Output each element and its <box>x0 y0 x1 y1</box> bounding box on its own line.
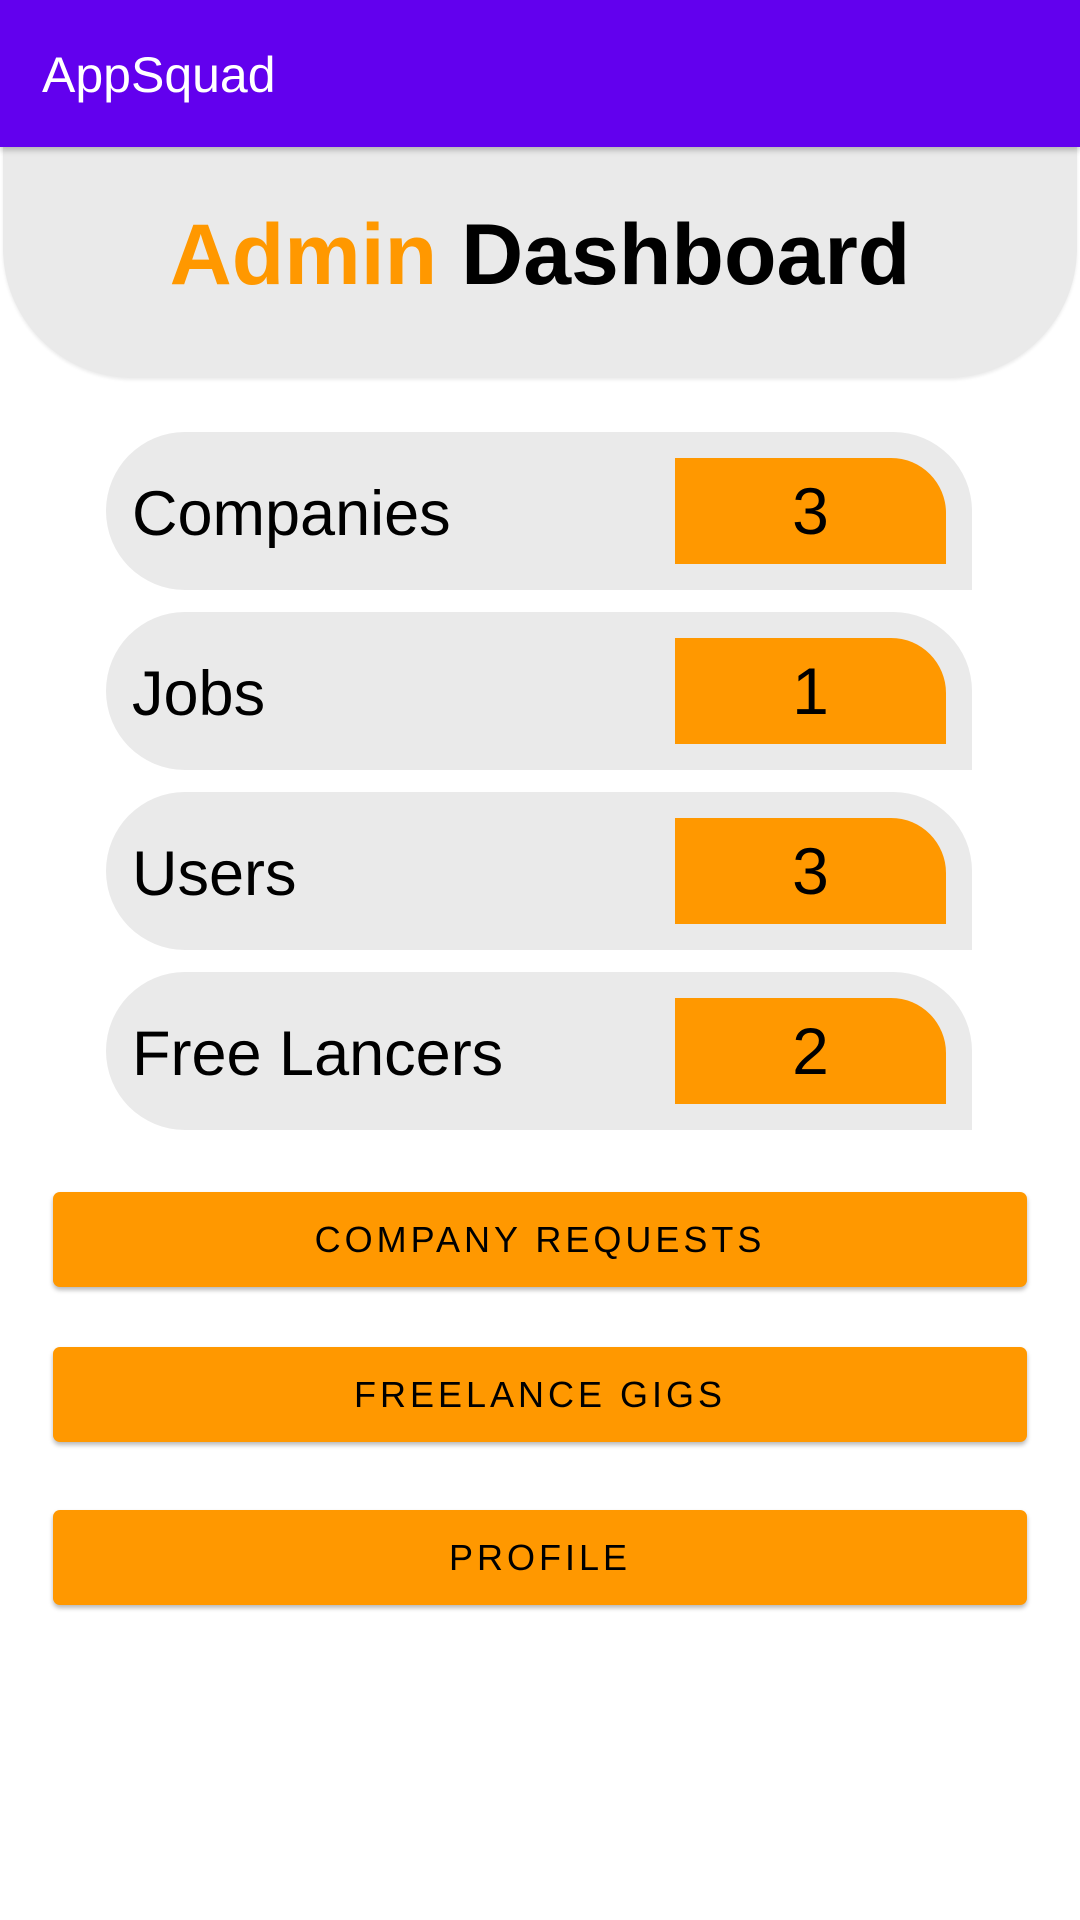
stat-label: Jobs <box>132 659 266 729</box>
stat-value: 3 <box>675 458 946 564</box>
freelance-gigs-button[interactable]: FREELANCE GIGS <box>53 1347 1027 1442</box>
dashboard-header: Admin Dashboard <box>3 147 1077 378</box>
stat-value: 2 <box>675 998 946 1104</box>
stat-value: 1 <box>675 638 946 744</box>
profile-button[interactable]: PROFILE <box>53 1510 1027 1605</box>
stat-row-companies: Companies 3 <box>106 432 972 590</box>
stat-row-users: Users 3 <box>106 792 972 950</box>
app-bar: AppSquad <box>0 0 1080 147</box>
page-title: Admin Dashboard <box>3 205 1077 305</box>
page-title-rest: Dashboard <box>461 207 911 303</box>
stat-row-jobs: Jobs 1 <box>106 612 972 770</box>
stat-label: Free Lancers <box>132 1019 504 1089</box>
stat-label: Companies <box>132 479 451 549</box>
app-title: AppSquad <box>42 47 276 103</box>
stat-value: 3 <box>675 818 946 924</box>
company-requests-button[interactable]: COMPANY REQUESTS <box>53 1192 1027 1287</box>
stat-row-free-lancers: Free Lancers 2 <box>106 972 972 1130</box>
stat-label: Users <box>132 839 297 909</box>
page-title-highlight: Admin <box>169 207 438 303</box>
